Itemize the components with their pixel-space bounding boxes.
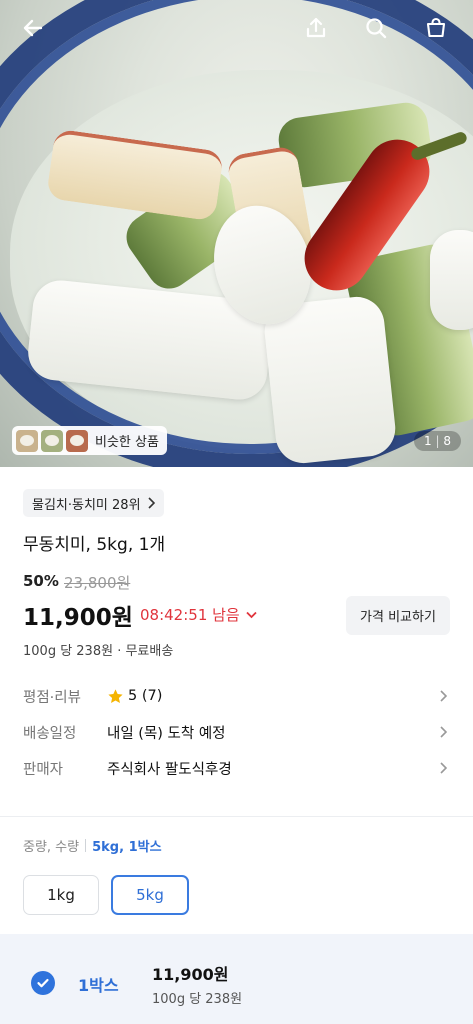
similar-thumb	[66, 429, 88, 452]
product-image[interactable]: 비슷한 상품 1 | 8	[0, 0, 473, 467]
discount-rate: 50%	[23, 572, 59, 590]
sale-timer-text: 08:42:51 남음	[140, 606, 240, 624]
chevron-right-icon	[436, 689, 450, 703]
similar-products-label: 비슷한 상품	[95, 435, 159, 450]
share-icon[interactable]	[299, 11, 333, 45]
star-icon	[108, 688, 123, 703]
section-divider	[0, 816, 473, 817]
chevron-down-icon	[246, 611, 257, 618]
selected-option-panel	[0, 934, 473, 1024]
similar-thumb	[41, 429, 63, 452]
row-key: 평점·리뷰	[23, 689, 81, 706]
category-rank-chip[interactable]: 물김치·동치미 28위	[23, 489, 164, 517]
image-counter-current: 1	[424, 434, 432, 448]
radish-piece	[430, 230, 473, 330]
similar-products-button[interactable]: 비슷한 상품	[12, 426, 167, 455]
product-title: 무동치미, 5kg, 1개	[23, 535, 166, 555]
selected-price: 11,900원	[152, 965, 229, 984]
option-header: 중량, 수량 5kg, 1박스	[23, 836, 162, 855]
cart-icon[interactable]	[419, 11, 453, 45]
top-bar	[0, 0, 473, 56]
row-value: 주식회사 팔도식후경	[107, 761, 232, 778]
selected-unit-price: 100g 당 238원	[152, 992, 243, 1007]
row-key: 판매자	[23, 761, 64, 778]
rating-review-row[interactable]: 평점·리뷰 5 (7)	[23, 678, 450, 714]
similar-thumb	[16, 429, 38, 452]
sale-timer[interactable]: 08:42:51 남음	[140, 604, 257, 625]
chevron-right-icon	[436, 761, 450, 775]
seller-row[interactable]: 판매자 주식회사 팔도식후경	[23, 750, 450, 786]
row-value: 5 (7)	[128, 688, 163, 704]
checkmark-icon[interactable]	[31, 971, 55, 995]
delivery-row[interactable]: 배송일정 내일 (목) 도착 예정	[23, 714, 450, 750]
chevron-right-icon	[147, 497, 155, 509]
image-counter: 1 | 8	[414, 431, 461, 451]
price-compare-button[interactable]: 가격 비교하기	[346, 596, 450, 635]
weight-option-5kg[interactable]: 5kg	[111, 875, 189, 915]
weight-option-1kg[interactable]: 1kg	[23, 875, 99, 915]
chevron-right-icon	[436, 725, 450, 739]
row-key: 배송일정	[23, 725, 77, 742]
search-icon[interactable]	[359, 11, 393, 45]
option-header-key: 중량, 수량	[23, 840, 80, 855]
original-price: 23,800원	[64, 574, 131, 592]
category-rank-label: 물김치·동치미 28위	[32, 497, 141, 513]
info-rows: 평점·리뷰 5 (7) 배송일정 내일 (목) 도착 예정 판매자 주식회사 팔…	[23, 678, 450, 786]
image-counter-total: 8	[443, 434, 451, 448]
option-header-separator	[85, 839, 87, 852]
unit-price-shipping: 100g 당 238원 · 무료배송	[23, 644, 174, 659]
row-value: 내일 (목) 도착 예정	[107, 725, 226, 742]
option-header-value: 5kg, 1박스	[92, 840, 162, 855]
back-arrow-icon[interactable]	[16, 11, 50, 45]
sale-price: 11,900원	[23, 605, 133, 631]
selected-quantity-label[interactable]: 1박스	[78, 972, 119, 996]
